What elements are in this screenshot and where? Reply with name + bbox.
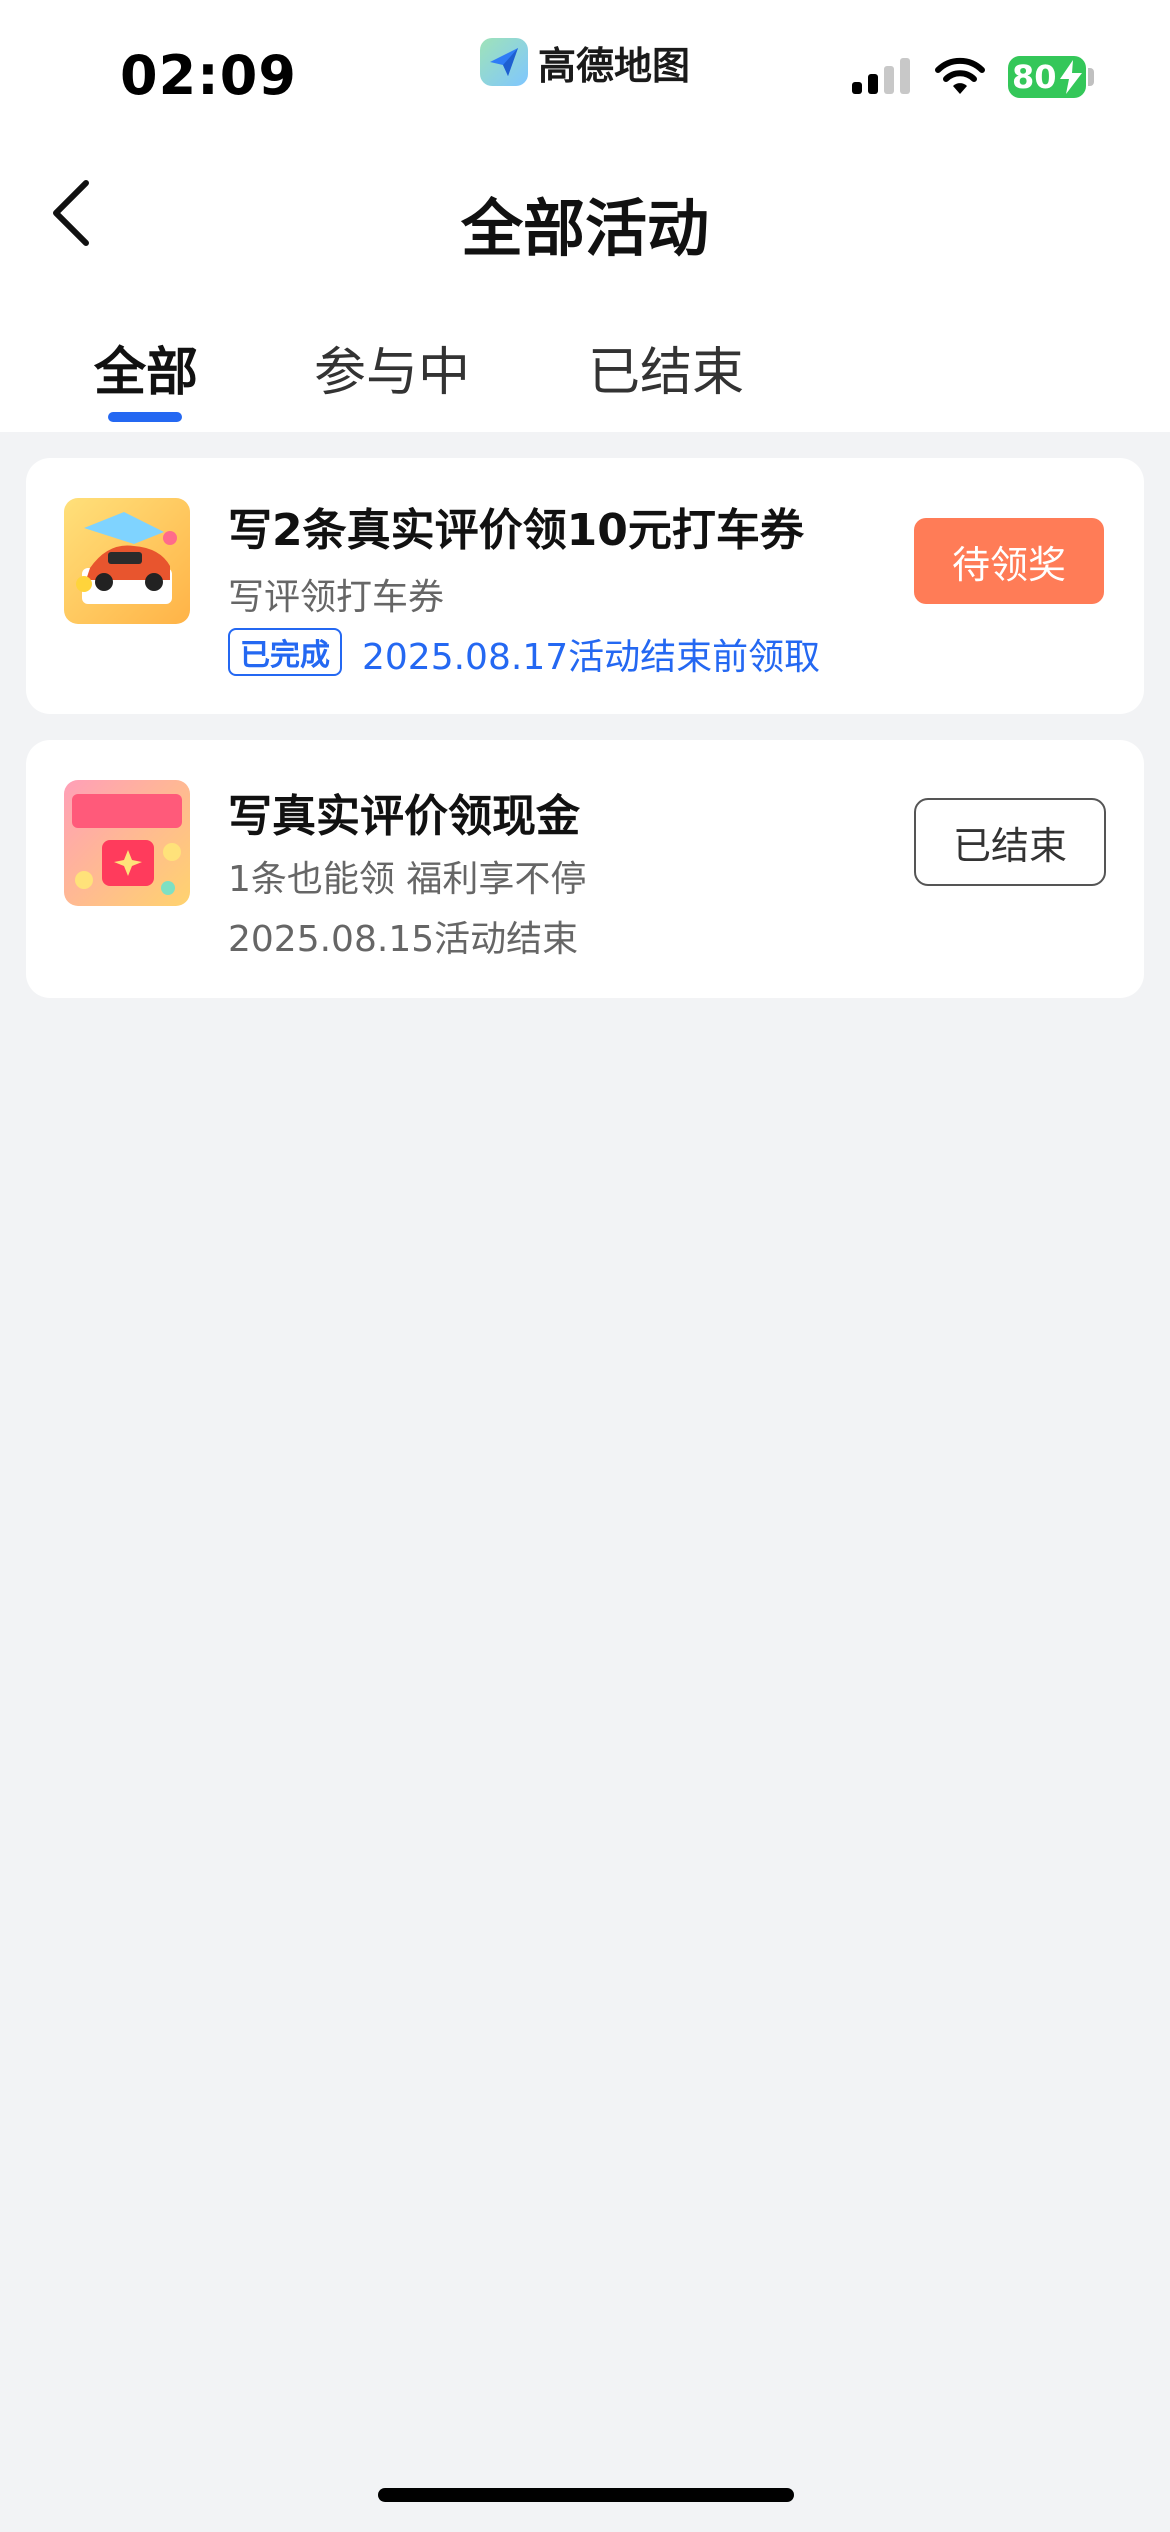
tab-all[interactable]: 全部 <box>94 330 198 405</box>
activity-title: 写真实评价领现金 <box>228 791 580 842</box>
status-time: 02:09 <box>120 44 297 107</box>
app-indicator[interactable]: 高德地图 <box>480 34 690 90</box>
activity-end-date: 2025.08.15活动结束 <box>228 919 579 960</box>
activity-thumbnail <box>64 498 190 624</box>
status-badge: 已完成 <box>228 628 342 676</box>
tab-ended[interactable]: 已结束 <box>588 330 744 405</box>
activity-card[interactable]: 写2条真实评价领10元打车券 写评领打车券 已完成 2025.08.17活动结束… <box>26 458 1144 714</box>
home-indicator[interactable] <box>378 2488 794 2502</box>
tab-participating[interactable]: 参与中 <box>314 330 470 405</box>
activity-deadline: 2025.08.17活动结束前领取 <box>362 637 821 678</box>
active-tab-indicator <box>108 412 182 422</box>
cellular-signal-icon <box>852 58 910 94</box>
activity-title: 写2条真实评价领10元打车券 <box>228 505 804 556</box>
activity-subtitle: 写评领打车券 <box>228 577 445 618</box>
amap-logo-icon <box>480 38 528 86</box>
ended-button[interactable]: 已结束 <box>914 798 1106 886</box>
battery-level: 80 <box>1012 58 1057 96</box>
page-title: 全部活动 <box>460 192 709 265</box>
activity-thumbnail <box>64 780 190 906</box>
activity-card[interactable]: 写真实评价领现金 1条也能领 福利享不停 2025.08.15活动结束 已结束 <box>26 740 1144 998</box>
charging-bolt-icon <box>1060 60 1082 94</box>
app-name: 高德地图 <box>538 43 691 88</box>
activity-subtitle: 1条也能领 福利享不停 <box>228 859 587 900</box>
battery-tip <box>1088 68 1094 86</box>
wifi-icon <box>935 57 985 94</box>
claim-reward-button[interactable]: 待领奖 <box>914 518 1104 604</box>
